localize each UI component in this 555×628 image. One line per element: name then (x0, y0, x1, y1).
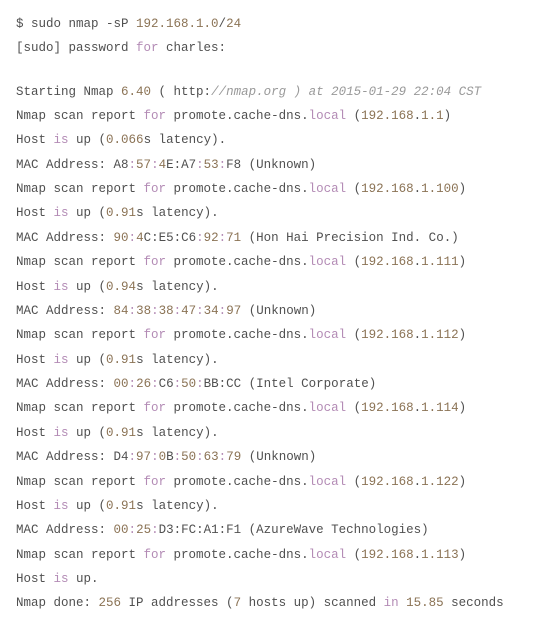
mac-line: MAC Address: 00:26:C6:50:BB:CC (Intel Co… (16, 372, 539, 396)
host-up-line: Host is up (0.91s latency). (16, 348, 539, 372)
scan-report-line: Nmap scan report for promote.cache-dns.l… (16, 470, 539, 494)
mac-line: MAC Address: 00:25:D3:FC:A1:F1 (AzureWav… (16, 518, 539, 542)
scan-seconds: 15.85 (406, 596, 444, 610)
command-line: $ sudo nmap -sP 192.168.1.0/24 (16, 12, 539, 36)
sudo-user: charles: (159, 41, 227, 55)
shell-prompt: $ sudo nmap -sP (16, 17, 136, 31)
host-up-line: Host is up (0.94s latency). (16, 275, 539, 299)
host-up-line: Host is up (0.066s latency). (16, 128, 539, 152)
scan-report-line: Nmap scan report for promote.cache-dns.l… (16, 104, 539, 128)
scan-report-line: Nmap scan report for promote.cache-dns.l… (16, 323, 539, 347)
ip-octets: 192.168 (361, 109, 414, 123)
local-domain: local (309, 109, 347, 123)
start-comment: //nmap.org ) at 2015-01-29 22:04 CST (211, 85, 481, 99)
mac-line: MAC Address: 90:4C:E5:C6:92:71 (Hon Hai … (16, 226, 539, 250)
scan-report-line: Nmap scan report for promote.cache-dns.l… (16, 177, 539, 201)
target-ip: 192.168.1.0 (136, 17, 219, 31)
scan-report-line: Nmap scan report for promote.cache-dns.l… (16, 543, 539, 567)
is-keyword: is (54, 133, 69, 147)
total-addresses: 256 (99, 596, 122, 610)
nmap-version: 6.40 (121, 85, 151, 99)
host-up-line: Host is up (0.91s latency). (16, 201, 539, 225)
terminal-output: $ sudo nmap -sP 192.168.1.0/24 [sudo] pa… (16, 12, 539, 616)
nmap-done-line: Nmap done: 256 IP addresses (7 hosts up)… (16, 591, 539, 615)
in-keyword: in (384, 596, 399, 610)
host-up-line: Host is up (0.91s latency). (16, 421, 539, 445)
scan-report-line: Nmap scan report for promote.cache-dns.l… (16, 250, 539, 274)
scan-report-line: Nmap scan report for promote.cache-dns.l… (16, 396, 539, 420)
hosts-up: 7 (234, 596, 242, 610)
host-up-line: Host is up. (16, 567, 539, 591)
nmap-start-line: Starting Nmap 6.40 ( http://nmap.org ) a… (16, 80, 539, 104)
mac-line: MAC Address: A8:57:4E:A7:53:F8 (Unknown) (16, 153, 539, 177)
mac-line: MAC Address: 84:38:38:47:34:97 (Unknown) (16, 299, 539, 323)
cidr-mask: 24 (226, 17, 241, 31)
mac-line: MAC Address: D4:97:0B:50:63:79 (Unknown) (16, 445, 539, 469)
for-keyword: for (136, 41, 159, 55)
blank-line (16, 61, 539, 80)
latency: 0.066 (106, 133, 144, 147)
sudo-prompt: [sudo] password for charles: (16, 36, 539, 60)
host-up-line: Host is up (0.91s latency). (16, 494, 539, 518)
